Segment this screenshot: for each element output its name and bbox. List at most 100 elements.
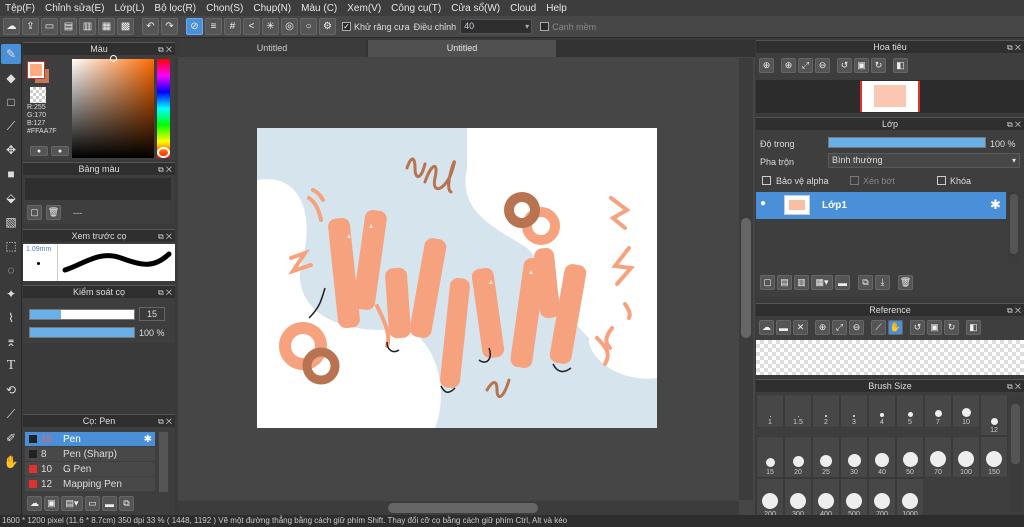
hue-handle[interactable] — [157, 147, 170, 158]
brush-size-cell[interactable]: 1 — [756, 394, 784, 428]
menu-filter[interactable]: Bộ lọc(R) — [149, 3, 201, 14]
zoom-out-icon[interactable]: ⊖ — [815, 58, 830, 73]
panel-controls-icon[interactable]: ⧉ ✕ — [1007, 118, 1021, 131]
cloud-brush-icon[interactable]: ☁ — [27, 496, 42, 511]
brush-size-field[interactable]: 15 — [139, 307, 165, 321]
hand-tool-icon[interactable]: ✋ — [1, 452, 21, 472]
horizontal-scroll-thumb[interactable] — [388, 503, 538, 513]
zoom-in-icon[interactable]: ⊕ — [815, 320, 830, 335]
brush-size-slider[interactable] — [29, 309, 135, 320]
menu-cloud[interactable]: Cloud — [505, 3, 541, 14]
menu-edit[interactable]: Chỉnh sửa(E) — [40, 3, 110, 14]
transparent-swatch[interactable] — [30, 87, 46, 103]
parallel-snap-icon[interactable]: ≡ — [205, 18, 222, 35]
rect-tool-icon[interactable]: □ — [1, 92, 21, 112]
blend-mode-select[interactable]: Bình thường ▾ — [828, 153, 1020, 168]
panel-controls-icon[interactable]: ⧉ ✕ — [158, 43, 172, 56]
magic-wand-tool-icon[interactable]: ✦ — [1, 284, 21, 304]
brush-size-cell[interactable]: 200 — [756, 478, 784, 520]
vertical-scroll-thumb[interactable] — [741, 218, 751, 338]
undo-icon[interactable]: ↶ — [142, 18, 159, 35]
brush-add-icon[interactable]: ▤▾ — [61, 496, 83, 511]
save-file-icon[interactable]: ▦ — [98, 18, 115, 35]
brush-size-cell[interactable]: 100 — [952, 436, 980, 478]
new-1bit-layer-icon[interactable]: ▥ — [794, 275, 809, 290]
brush-item-pen[interactable]: 15 Pen ✱ — [25, 432, 155, 446]
brush-open-folder-icon[interactable]: ▬ — [102, 496, 117, 511]
rotate-left-icon[interactable]: ↺ — [837, 58, 852, 73]
cloud-icon[interactable]: ☁ — [759, 320, 774, 335]
menu-layer[interactable]: Lớp(L) — [110, 3, 150, 14]
zoom-in-icon[interactable]: ⊕ — [781, 58, 796, 73]
brush-folder-icon[interactable]: ▣ — [44, 496, 59, 511]
lock-checkbox[interactable] — [937, 176, 946, 185]
panel-controls-icon[interactable]: ⧉ ✕ — [158, 415, 172, 428]
zoom-out-icon[interactable]: ⊖ — [849, 320, 864, 335]
vanishing-snap-icon[interactable]: < — [243, 18, 260, 35]
antialias-checkbox[interactable]: ✓ — [342, 22, 351, 31]
menu-help[interactable]: Help — [541, 3, 572, 14]
no-snap-icon[interactable]: ⊘ — [186, 18, 203, 35]
brush-size-cell[interactable]: 10 — [952, 394, 980, 428]
color-swap-button[interactable]: ● — [51, 146, 69, 156]
brush-item-pen-sharp[interactable]: 8 Pen (Sharp) — [25, 447, 155, 461]
move-tool-icon[interactable]: ✥ — [1, 140, 21, 160]
add-layer-menu-icon[interactable]: ▦▾ — [811, 275, 833, 290]
panel-controls-icon[interactable]: ⧉ ✕ — [1007, 304, 1021, 317]
saturation-value-picker[interactable] — [72, 59, 154, 158]
reset-view-icon[interactable]: ▣ — [927, 320, 942, 335]
eyedropper-tool-icon[interactable]: ⟋ — [1, 404, 21, 424]
brush-opacity-slider[interactable] — [29, 327, 135, 338]
new-layer-icon[interactable]: ▢ — [760, 275, 775, 290]
crisscross-snap-icon[interactable]: # — [224, 18, 241, 35]
rotate-left-icon[interactable]: ↺ — [910, 320, 925, 335]
brush-size-cell[interactable]: 50 — [896, 436, 924, 478]
palette-swatches[interactable] — [25, 178, 171, 200]
redo-icon[interactable]: ↷ — [161, 18, 178, 35]
divide-tool-icon[interactable]: ⟲ — [1, 380, 21, 400]
flip-icon[interactable]: ◧ — [893, 58, 908, 73]
close-icon[interactable]: ✕ — [793, 320, 808, 335]
brush-size-cell[interactable]: 5 — [896, 394, 924, 428]
palette-add-icon[interactable]: ▢ — [27, 205, 42, 220]
radial-snap-icon[interactable]: ✳ — [262, 18, 279, 35]
protect-alpha-checkbox[interactable] — [762, 176, 771, 185]
brush-size-cell[interactable]: 2 — [812, 394, 840, 428]
horizontal-scrollbar[interactable] — [178, 501, 739, 515]
hand-icon[interactable]: ✋ — [888, 320, 903, 335]
color-mode-button[interactable]: ● — [30, 146, 48, 156]
layer-settings-icon[interactable]: ✱ — [990, 197, 1001, 213]
rotate-right-icon[interactable]: ↻ — [871, 58, 886, 73]
grid-icon[interactable]: ▩ — [117, 18, 134, 35]
merge-layer-icon[interactable]: ⤓ — [875, 275, 890, 290]
menu-view[interactable]: Xem(V) — [342, 3, 386, 14]
text-tool-icon[interactable]: T — [1, 356, 21, 376]
select-pen-tool-icon[interactable]: ⌇ — [1, 308, 21, 328]
gradient-tool-icon[interactable]: ▧ — [1, 212, 21, 232]
menu-select[interactable]: Chọn(S) — [201, 3, 248, 14]
zoom-in-icon[interactable]: ⊕ — [759, 58, 774, 73]
hue-slider[interactable] — [157, 59, 170, 158]
foreground-swatch[interactable] — [27, 61, 45, 79]
brush-size-cell[interactable]: 40 — [868, 436, 896, 478]
menu-tools[interactable]: Công cụ(T) — [386, 3, 446, 14]
panel-controls-icon[interactable]: ⧉ ✕ — [158, 163, 172, 176]
adjust-dropdown[interactable]: 40 ▾ — [460, 19, 533, 34]
brush-size-cell[interactable]: 150 — [980, 436, 1008, 478]
brush-size-cell[interactable]: 15 — [756, 436, 784, 478]
cloud-icon[interactable]: ☁ — [3, 18, 20, 35]
reference-view[interactable] — [756, 340, 1024, 375]
brush-item-mapping-pen[interactable]: 12 Mapping Pen — [25, 477, 155, 491]
new-folder-icon[interactable]: ▬ — [835, 275, 850, 290]
rotate-right-icon[interactable]: ↻ — [944, 320, 959, 335]
select-eraser-tool-icon[interactable]: ⌆ — [1, 332, 21, 352]
brush-tool-icon[interactable]: ✎ — [1, 44, 21, 64]
menu-color[interactable]: Màu (C) — [296, 3, 342, 14]
duplicate-layer-icon[interactable]: ⧉ — [858, 275, 873, 290]
vertical-scrollbar[interactable] — [739, 58, 753, 500]
export-icon[interactable]: ⇪ — [22, 18, 39, 35]
fit-icon[interactable]: ⤢ — [832, 320, 847, 335]
reset-view-icon[interactable]: ▣ — [854, 58, 869, 73]
eyedropper-icon[interactable]: ⟋ — [871, 320, 886, 335]
layer-row[interactable]: ● Lớp1 ✱ — [756, 192, 1006, 219]
